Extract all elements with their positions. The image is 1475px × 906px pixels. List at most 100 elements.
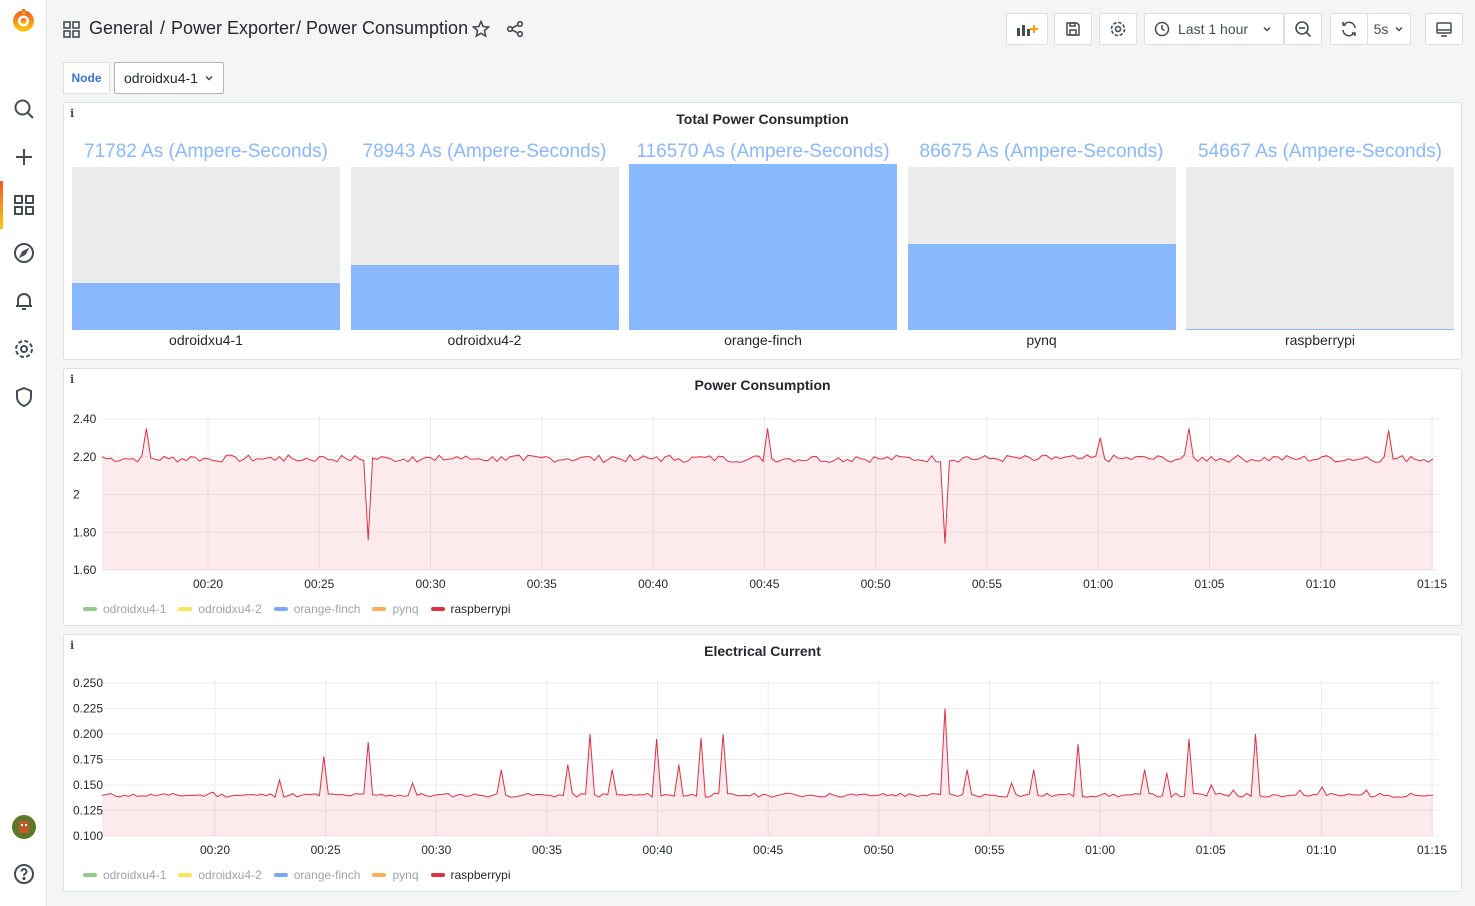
bar-gauge-label: odroidxu4-1	[169, 332, 243, 348]
variable-label: Node	[63, 62, 110, 94]
bar-gauge-track	[629, 164, 897, 330]
zoom-out-icon	[1295, 21, 1312, 38]
x-tick-label: 00:30	[416, 577, 446, 591]
avatar[interactable]	[10, 813, 37, 840]
legend-swatch	[273, 607, 288, 611]
bar-gauge-fill	[629, 164, 897, 330]
time-picker-button[interactable]: Last 1 hour	[1144, 13, 1284, 45]
y-tick-label: 0.100	[73, 829, 103, 843]
clock-icon	[1154, 21, 1170, 37]
legend-label: raspberrypi	[450, 602, 511, 616]
x-tick-label: 01:15	[1417, 843, 1447, 857]
active-nav-indicator	[0, 181, 3, 229]
legend-swatch	[83, 873, 97, 877]
refresh-interval-picker[interactable]: 5s	[1367, 13, 1411, 45]
legend-swatch	[372, 873, 387, 877]
legend-item[interactable]: odroidxu4-1	[83, 602, 166, 616]
bar-gauge-item[interactable]: 116570 As (Ampere-Seconds) orange-finch	[629, 103, 897, 359]
bar-gauge-item[interactable]: 86675 As (Ampere-Seconds) pynq	[907, 103, 1176, 359]
bar-gauge: 71782 As (Ampere-Seconds) odroidxu4-1 7894…	[64, 103, 1461, 359]
grafana-logo-icon[interactable]	[10, 7, 37, 34]
alerting-bell-icon[interactable]	[10, 287, 37, 314]
panel-total-power-consumption: i Total Power Consumption 71782 As (Ampe…	[63, 102, 1462, 360]
y-tick-label: 1.60	[73, 563, 97, 577]
legend-swatch	[430, 607, 445, 611]
explore-compass-icon[interactable]	[10, 239, 37, 266]
x-tick-label: 00:20	[193, 577, 223, 591]
zoom-out-button[interactable]	[1284, 13, 1322, 45]
legend-item[interactable]: raspberrypi	[430, 868, 511, 882]
dashboard-navbar: General / Power Exporter / Power Consump…	[47, 0, 1475, 58]
star-icon[interactable]	[471, 19, 491, 43]
legend-label: pynq	[392, 868, 419, 882]
breadcrumb-dashboard-parent[interactable]: Power Exporter	[171, 18, 295, 39]
node-variable-select[interactable]: odroidxu4-1	[114, 62, 224, 94]
panel-electrical-current: i Electrical Current 0.250 0.225 0.200 0.17…	[63, 634, 1462, 892]
help-icon[interactable]	[10, 860, 37, 887]
bar-gauge-track	[72, 167, 340, 330]
chevron-down-icon	[205, 75, 213, 81]
monitor-icon	[1436, 22, 1452, 37]
shield-icon[interactable]	[10, 383, 37, 410]
dashboard-settings-button[interactable]	[1099, 13, 1137, 45]
x-tick-label: 01:15	[1417, 577, 1447, 591]
bar-gauge-item[interactable]: 78943 As (Ampere-Seconds) odroidxu4-2	[350, 103, 619, 359]
save-dashboard-button[interactable]	[1054, 13, 1092, 45]
refresh-button[interactable]	[1330, 13, 1368, 45]
add-panel-icon	[1017, 25, 1038, 36]
y-tick-label: 0.150	[73, 778, 103, 792]
y-tick-label: 1.80	[73, 525, 97, 539]
bar-gauge-value: 71782 As (Ampere-Seconds)	[84, 141, 328, 162]
share-icon[interactable]	[506, 20, 524, 43]
series-line	[101, 708, 1433, 798]
legend-item[interactable]: pynq	[372, 868, 419, 882]
legend-swatch	[430, 873, 445, 877]
x-tick-label: 00:40	[638, 577, 668, 591]
dashboards-icon[interactable]	[10, 191, 37, 218]
x-tick-label: 01:10	[1306, 843, 1336, 857]
y-tick-label: 0.175	[73, 753, 103, 767]
series-area	[102, 428, 1433, 570]
x-tick-label: 01:10	[1306, 577, 1336, 591]
legend-swatch	[372, 607, 387, 611]
time-range-label: Last 1 hour	[1178, 21, 1249, 37]
legend-item[interactable]: orange-finch	[273, 868, 360, 882]
legend-item[interactable]: raspberrypi	[430, 602, 511, 616]
legend-item[interactable]: orange-finch	[273, 602, 361, 616]
bar-gauge-track	[907, 167, 1176, 330]
legend-item[interactable]: odroidxu4-2	[178, 602, 262, 616]
legend-item[interactable]: odroidxu4-1	[83, 868, 166, 882]
search-icon[interactable]	[10, 95, 37, 122]
page-title[interactable]: Power Consumption	[306, 18, 468, 39]
add-panel-button[interactable]	[1006, 13, 1048, 45]
x-tick-label: 00:45	[753, 843, 783, 857]
x-tick-label: 00:35	[527, 577, 557, 591]
bar-gauge-label: raspberrypi	[1284, 332, 1356, 348]
bar-gauge-fill	[907, 243, 1176, 330]
legend-label: pynq	[392, 602, 419, 616]
chevron-down-icon	[1263, 26, 1271, 32]
side-menu	[0, 0, 47, 906]
legend-label: odroidxu4-2	[198, 868, 262, 882]
legend-label: orange-finch	[293, 602, 361, 616]
legend-item[interactable]: odroidxu4-2	[178, 868, 262, 882]
chevron-down-icon	[1395, 26, 1403, 32]
bar-gauge-value: 116570 As (Ampere-Seconds)	[636, 141, 890, 162]
electrical-current-chart[interactable]: 0.250 0.225 0.200 0.175 0.150 0.125 0.100 00:20…	[64, 635, 1461, 891]
dashboards-icon[interactable]	[63, 21, 80, 43]
plus-icon[interactable]	[10, 143, 37, 170]
bar-gauge-value: 86675 As (Ampere-Seconds)	[919, 141, 1164, 162]
gear-icon[interactable]	[10, 335, 37, 362]
bar-gauge-item[interactable]: 54667 As (Ampere-Seconds) raspberrypi	[1186, 103, 1454, 359]
bar-gauge-fill	[72, 282, 340, 330]
y-tick-label: 0.125	[73, 804, 103, 818]
legend-item[interactable]: pynq	[372, 602, 419, 616]
x-tick-label: 00:50	[864, 843, 894, 857]
power-consumption-chart[interactable]: 2.40 2.20 2 1.80 1.60 00:20 00:25 00:30 00:35 00:…	[64, 369, 1461, 625]
bar-gauge-value: 54667 As (Ampere-Seconds)	[1198, 141, 1442, 162]
bar-gauge-item[interactable]: 71782 As (Ampere-Seconds) odroidxu4-1	[72, 103, 340, 359]
breadcrumb-folder[interactable]: General	[89, 18, 153, 39]
bar-gauge-label: odroidxu4-2	[447, 332, 522, 348]
cycle-view-mode-button[interactable]	[1425, 13, 1463, 45]
y-tick-label: 2.20	[73, 450, 97, 464]
